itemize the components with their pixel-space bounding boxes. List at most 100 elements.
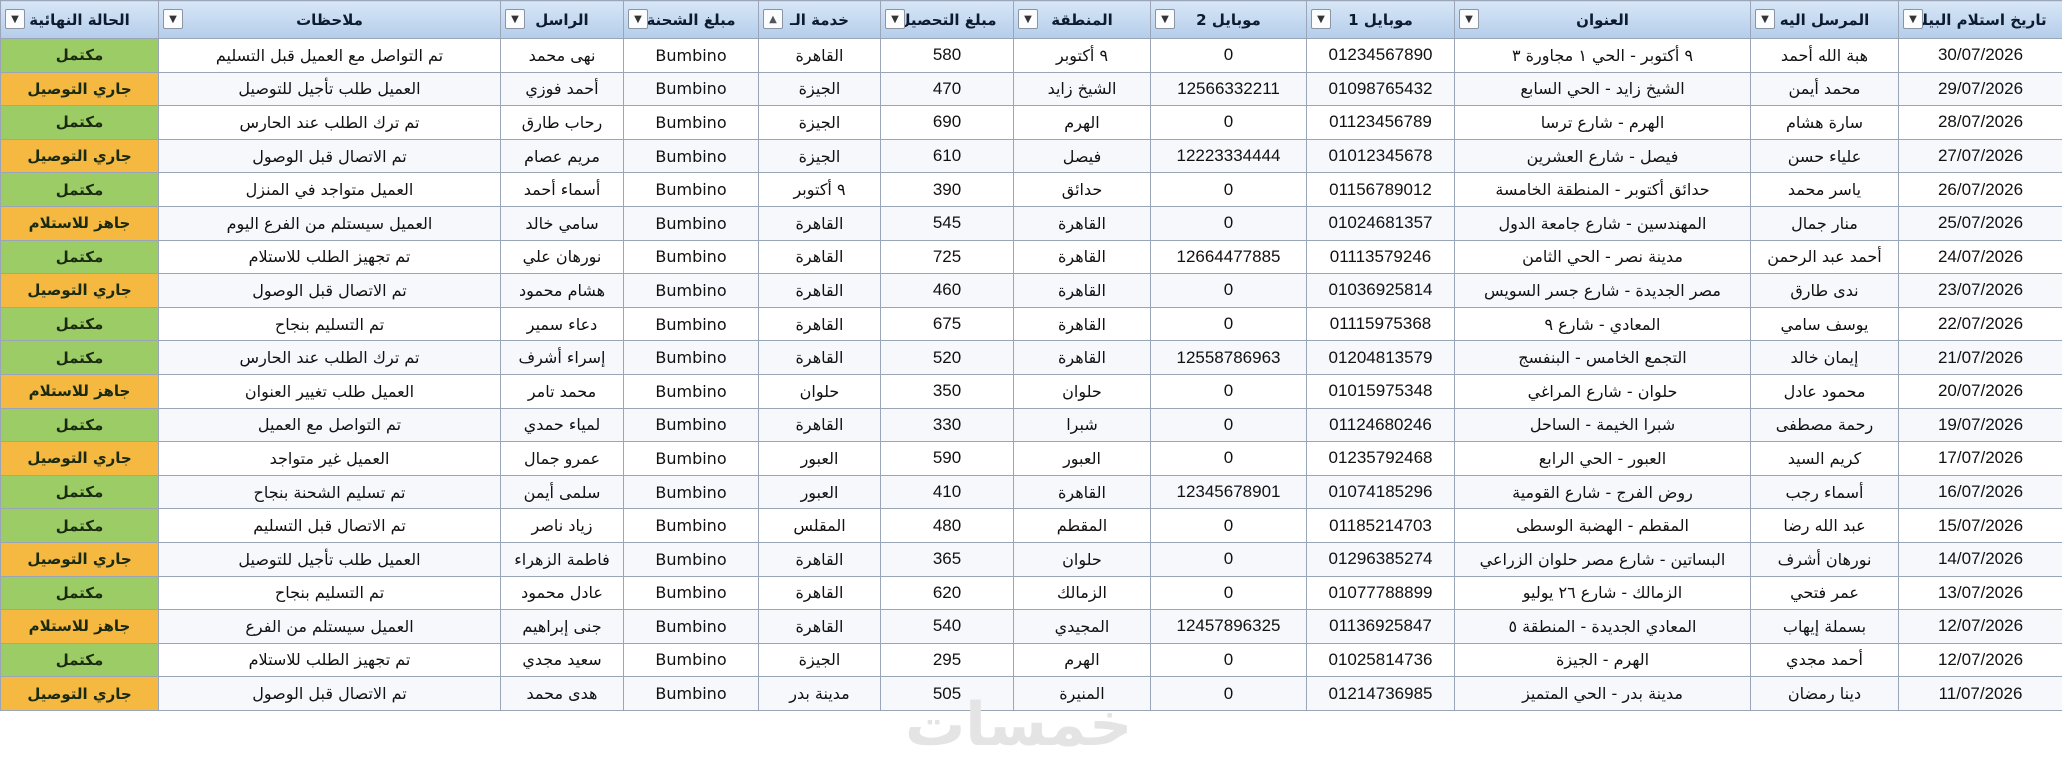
table-cell[interactable]: القاهرة: [758, 407, 881, 443]
table-cell[interactable]: 01077788899: [1306, 575, 1455, 611]
table-cell[interactable]: رحمة مصطفى: [1750, 407, 1899, 443]
table-cell[interactable]: سامي خالد: [500, 205, 624, 241]
table-cell[interactable]: تم تجهيز الطلب للاستلام: [158, 239, 501, 275]
table-cell[interactable]: 480: [880, 508, 1014, 543]
table-cell[interactable]: الشيخ زايد: [1013, 71, 1151, 107]
table-cell[interactable]: فيصل: [1013, 138, 1151, 174]
table-cell[interactable]: العميل سيستلم من الفرع اليوم: [158, 205, 501, 241]
table-cell[interactable]: العبور: [758, 474, 881, 510]
table-cell[interactable]: 22/07/2026: [1898, 306, 2062, 342]
status-cell[interactable]: مكتمل: [0, 340, 159, 375]
table-cell[interactable]: تم الاتصال قبل الوصول: [158, 676, 501, 711]
table-cell[interactable]: Bumbino: [623, 407, 759, 443]
table-cell[interactable]: تم التواصل مع العميل: [158, 407, 501, 443]
table-cell[interactable]: القاهرة: [758, 609, 881, 644]
table-cell[interactable]: أسماء أحمد: [500, 172, 624, 207]
table-cell[interactable]: 725: [880, 239, 1014, 275]
filter-dropdown-icon[interactable]: ▼: [628, 9, 648, 29]
column-header[interactable]: ملاحظات ▼: [158, 0, 501, 39]
table-cell[interactable]: 01074185296: [1306, 474, 1455, 510]
table-cell[interactable]: 01098765432: [1306, 71, 1455, 107]
status-cell[interactable]: جاري التوصيل: [0, 441, 159, 476]
table-cell[interactable]: Bumbino: [623, 340, 759, 375]
table-cell[interactable]: القاهرة: [758, 205, 881, 241]
filter-dropdown-icon[interactable]: ▼: [885, 9, 905, 29]
status-cell[interactable]: مكتمل: [0, 508, 159, 543]
table-cell[interactable]: شبرا الخيمة - الساحل: [1454, 407, 1751, 443]
table-cell[interactable]: 0: [1150, 676, 1307, 711]
table-cell[interactable]: 470: [880, 71, 1014, 107]
table-cell[interactable]: تم الاتصال قبل التسليم: [158, 508, 501, 543]
table-cell[interactable]: الزمالك: [1013, 575, 1151, 611]
table-cell[interactable]: محمود عادل: [1750, 373, 1899, 409]
table-cell[interactable]: أحمد فوزي: [500, 71, 624, 107]
table-cell[interactable]: علياء حسن: [1750, 138, 1899, 174]
table-cell[interactable]: تم التسليم بنجاح: [158, 575, 501, 611]
table-cell[interactable]: 390: [880, 172, 1014, 207]
status-cell[interactable]: مكتمل: [0, 407, 159, 443]
table-cell[interactable]: 11/07/2026: [1898, 676, 2062, 711]
table-cell[interactable]: 590: [880, 441, 1014, 476]
table-cell[interactable]: 12223334444: [1150, 138, 1307, 174]
table-cell[interactable]: 01024681357: [1306, 205, 1455, 241]
table-cell[interactable]: Bumbino: [623, 575, 759, 611]
filter-dropdown-icon[interactable]: ▼: [505, 9, 525, 29]
table-cell[interactable]: 12345678901: [1150, 474, 1307, 510]
table-cell[interactable]: العميل طلب تأجيل للتوصيل: [158, 541, 501, 577]
table-cell[interactable]: Bumbino: [623, 441, 759, 476]
table-cell[interactable]: 0: [1150, 273, 1307, 308]
table-cell[interactable]: 01025814736: [1306, 642, 1455, 678]
status-cell[interactable]: مكتمل: [0, 575, 159, 611]
table-cell[interactable]: تم تجهيز الطلب للاستلام: [158, 642, 501, 678]
table-cell[interactable]: نورهان علي: [500, 239, 624, 275]
table-cell[interactable]: 520: [880, 340, 1014, 375]
table-cell[interactable]: 12566332211: [1150, 71, 1307, 107]
status-cell[interactable]: جاري التوصيل: [0, 273, 159, 308]
table-cell[interactable]: فيصل - شارع العشرين: [1454, 138, 1751, 174]
table-cell[interactable]: Bumbino: [623, 474, 759, 510]
filter-dropdown-icon[interactable]: ▼: [1018, 9, 1038, 29]
table-cell[interactable]: 21/07/2026: [1898, 340, 2062, 375]
table-cell[interactable]: مدينة بدر - الحي المتميز: [1454, 676, 1751, 711]
table-cell[interactable]: Bumbino: [623, 541, 759, 577]
column-header[interactable]: الراسل ▼: [500, 0, 624, 39]
table-cell[interactable]: المعادي الجديدة - المنطقة ٥: [1454, 609, 1751, 644]
table-cell[interactable]: حلوان - شارع المراغي: [1454, 373, 1751, 409]
table-cell[interactable]: 01115975368: [1306, 306, 1455, 342]
table-cell[interactable]: 01185214703: [1306, 508, 1455, 543]
status-cell[interactable]: جاري التوصيل: [0, 138, 159, 174]
table-cell[interactable]: لمياء حمدي: [500, 407, 624, 443]
table-cell[interactable]: العميل طلب تغيير العنوان: [158, 373, 501, 409]
table-cell[interactable]: 690: [880, 105, 1014, 140]
table-cell[interactable]: 620: [880, 575, 1014, 611]
table-cell[interactable]: المقلس: [758, 508, 881, 543]
table-cell[interactable]: المهندسين - شارع جامعة الدول: [1454, 205, 1751, 241]
table-cell[interactable]: Bumbino: [623, 373, 759, 409]
table-cell[interactable]: نورهان أشرف: [1750, 541, 1899, 577]
table-cell[interactable]: 410: [880, 474, 1014, 510]
table-cell[interactable]: الهرم: [1013, 105, 1151, 140]
table-cell[interactable]: ٩ أكتوبر: [758, 172, 881, 207]
table-cell[interactable]: العبور: [758, 441, 881, 476]
table-cell[interactable]: إيمان خالد: [1750, 340, 1899, 375]
table-cell[interactable]: القاهرة: [758, 38, 881, 73]
status-cell[interactable]: مكتمل: [0, 172, 159, 207]
table-cell[interactable]: 01012345678: [1306, 138, 1455, 174]
table-cell[interactable]: القاهرة: [1013, 205, 1151, 241]
table-cell[interactable]: 24/07/2026: [1898, 239, 2062, 275]
table-cell[interactable]: 0: [1150, 105, 1307, 140]
table-cell[interactable]: تم تسليم الشحنة بنجاح: [158, 474, 501, 510]
table-cell[interactable]: 12457896325: [1150, 609, 1307, 644]
table-cell[interactable]: 0: [1150, 642, 1307, 678]
table-cell[interactable]: مصر الجديدة - شارع جسر السويس: [1454, 273, 1751, 308]
table-cell[interactable]: الجيزة: [758, 138, 881, 174]
table-cell[interactable]: العميل سيستلم من الفرع: [158, 609, 501, 644]
table-cell[interactable]: 0: [1150, 407, 1307, 443]
table-cell[interactable]: 12/07/2026: [1898, 642, 2062, 678]
table-cell[interactable]: حدائق: [1013, 172, 1151, 207]
table-cell[interactable]: رحاب طارق: [500, 105, 624, 140]
table-cell[interactable]: Bumbino: [623, 273, 759, 308]
table-cell[interactable]: العميل غير متواجد: [158, 441, 501, 476]
table-cell[interactable]: 0: [1150, 306, 1307, 342]
table-cell[interactable]: الجيزة: [758, 71, 881, 107]
